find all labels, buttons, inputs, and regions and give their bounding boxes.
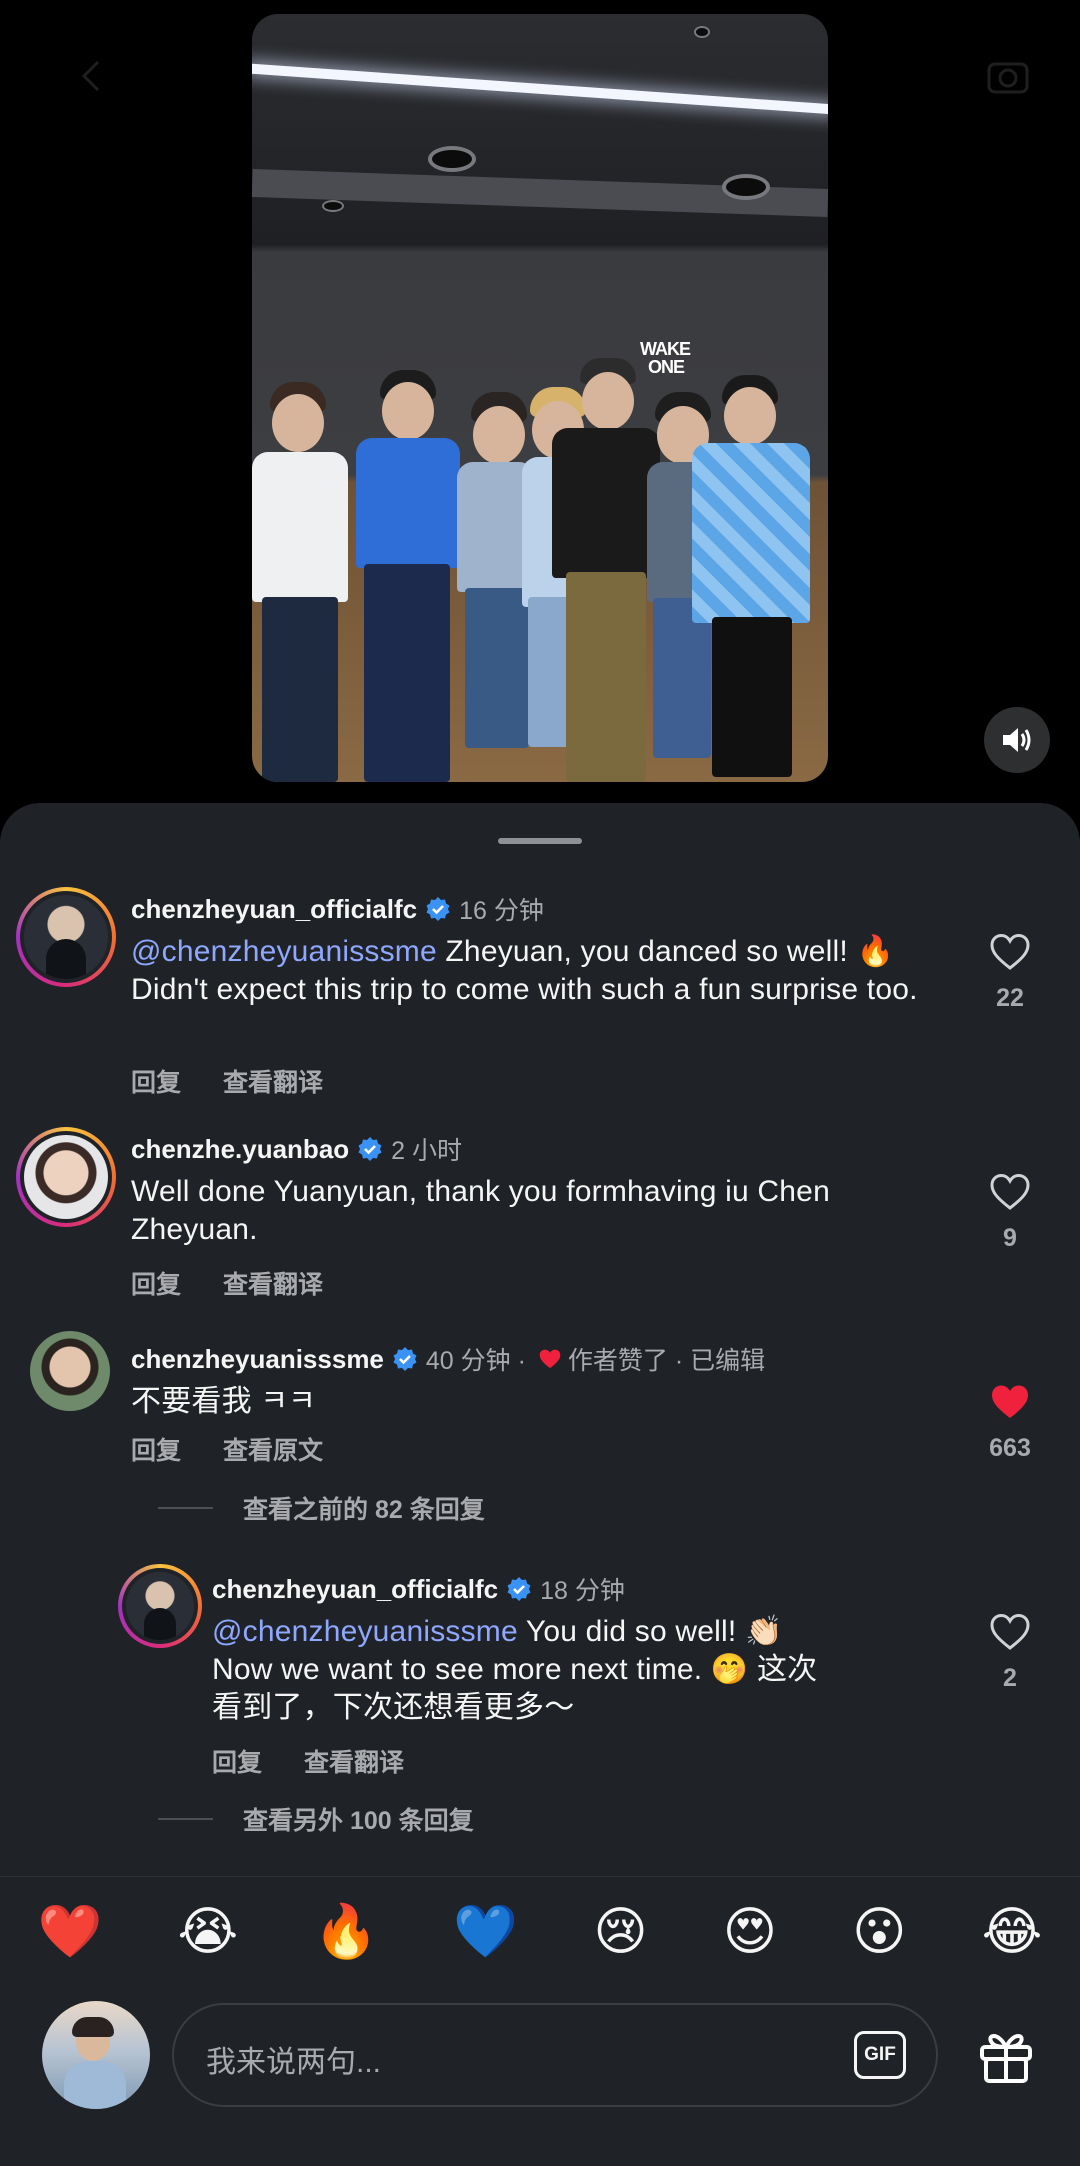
emoji-surprised[interactable]: 😮: [852, 1902, 906, 1962]
translate-button[interactable]: 查看翻译: [304, 1743, 404, 1779]
emoji-sad[interactable]: 😢: [593, 1902, 647, 1962]
like-button[interactable]: 663: [975, 1383, 1045, 1463]
comment-text: @chenzheyuanisssme Zheyuan, you danced s…: [131, 933, 951, 1009]
comment-actions: 回复 查看原文: [131, 1431, 323, 1467]
emoji-fire[interactable]: 🔥: [313, 1902, 378, 1962]
like-button[interactable]: 2: [975, 1613, 1045, 1693]
heart-outline-icon: [990, 1173, 1030, 1210]
like-count: 22: [996, 984, 1024, 1012]
speaker-icon: [1003, 728, 1031, 752]
reply-button[interactable]: 回复: [131, 1265, 181, 1301]
emoji-heart-eyes[interactable]: 😍: [723, 1902, 777, 1962]
view-more-label: 查看另外 100 条回复: [243, 1807, 474, 1835]
emoji-quick-bar: ❤️ 😭 🔥 💙 😢 😍 😮 😂: [0, 1876, 1080, 1987]
view-previous-label: 查看之前的 82 条回复: [243, 1496, 485, 1524]
comment-input-placeholder: 我来说两句...: [206, 2046, 382, 2079]
like-button[interactable]: 9: [975, 1173, 1045, 1253]
dancers-group: [252, 358, 828, 782]
like-button[interactable]: 22: [975, 933, 1045, 1013]
emoji-blue-heart[interactable]: 💙: [453, 1902, 518, 1962]
avatar[interactable]: [16, 1127, 116, 1227]
username[interactable]: chenzheyuanisssme: [131, 1344, 384, 1375]
comment-header: chenzhe.yuanbao 2 小时: [131, 1131, 462, 1167]
dancer: [352, 370, 462, 782]
dancer: [252, 382, 352, 782]
avatar[interactable]: [118, 1564, 202, 1648]
emoji-laughing[interactable]: 😂: [982, 1902, 1043, 1962]
author-liked-label: 作者赞了 · 已编辑: [567, 1347, 766, 1375]
sheet-drag-handle[interactable]: [498, 838, 582, 844]
reply-button[interactable]: 回复: [212, 1743, 262, 1779]
back-icon[interactable]: [52, 36, 132, 116]
comment-body: 不要看我 ㅋㅋ: [131, 1385, 316, 1418]
emoji-crying[interactable]: 😭: [178, 1902, 239, 1962]
username[interactable]: chenzheyuan_officialfc: [212, 1574, 498, 1605]
translate-button[interactable]: 查看翻译: [223, 1063, 323, 1099]
like-count: 2: [1003, 1664, 1017, 1692]
username[interactable]: chenzheyuan_officialfc: [131, 894, 417, 925]
ceiling-spot: [694, 26, 710, 38]
gift-icon: [980, 2034, 1032, 2083]
video-player[interactable]: WAKE ONE: [252, 14, 828, 782]
comment-header: chenzheyuan_officialfc 16 分钟: [131, 891, 544, 927]
wall-logo-line1: WAKE: [640, 339, 691, 359]
gif-label: GIF: [864, 2044, 896, 2065]
emoji-heart[interactable]: ❤️: [38, 1902, 103, 1962]
reply-time: 18 分钟: [540, 1577, 625, 1605]
verified-badge-icon: [506, 1576, 532, 1602]
comment-header: chenzheyuanisssme 40 分钟 · 作者赞了 · 已编辑: [131, 1341, 765, 1377]
view-original-button[interactable]: 查看原文: [223, 1431, 323, 1467]
verified-badge-icon: [357, 1136, 383, 1162]
reply-button[interactable]: 回复: [131, 1063, 181, 1099]
comment-input[interactable]: 我来说两句... GIF: [172, 2003, 938, 2107]
comment-actions: 回复 查看翻译: [131, 1265, 323, 1301]
comment-actions: 回复 查看翻译: [131, 1063, 323, 1099]
comment-composer: 我来说两句... GIF: [0, 1993, 1080, 2113]
comment-body: Well done Yuanyuan, thank you formhaving…: [131, 1175, 830, 1246]
verified-badge-icon: [392, 1346, 418, 1372]
verified-badge-icon: [425, 896, 451, 922]
avatar[interactable]: [30, 1331, 110, 1411]
like-count: 663: [989, 1434, 1031, 1462]
mention-link[interactable]: @chenzheyuanisssme: [212, 1615, 518, 1648]
sound-toggle-button[interactable]: [984, 707, 1050, 773]
username[interactable]: chenzhe.yuanbao: [131, 1134, 349, 1165]
translate-button[interactable]: 查看翻译: [223, 1265, 323, 1301]
dancer: [552, 358, 662, 782]
heart-filled-icon: [992, 1385, 1028, 1418]
like-count: 9: [1003, 1224, 1017, 1252]
heart-outline-icon: [990, 933, 1030, 970]
gif-button[interactable]: GIF: [854, 2031, 906, 2079]
comment-time: 16 分钟: [459, 897, 544, 925]
reply-header: chenzheyuan_officialfc 18 分钟: [212, 1571, 625, 1607]
comments-sheet: chenzheyuan_officialfc 16 分钟 @chenzheyua…: [0, 803, 1080, 2166]
reply-actions: 回复 查看翻译: [212, 1743, 404, 1779]
view-more-replies[interactable]: 查看另外 100 条回复: [158, 1801, 474, 1837]
reply-button[interactable]: 回复: [131, 1431, 181, 1467]
reply-text: @chenzheyuanisssme You did so well! 👏🏻 N…: [212, 1613, 952, 1727]
camera-icon[interactable]: [968, 36, 1048, 116]
gift-button[interactable]: [970, 2019, 1042, 2091]
heart-outline-icon: [990, 1613, 1030, 1650]
heart-filled-icon: [538, 1348, 562, 1370]
ceiling-spot: [428, 146, 476, 172]
my-avatar[interactable]: [42, 2001, 150, 2109]
avatar[interactable]: [16, 887, 116, 987]
comment-time: 40 分钟 ·: [425, 1347, 526, 1375]
ceiling-spot: [322, 200, 344, 212]
view-previous-replies[interactable]: 查看之前的 82 条回复: [158, 1490, 485, 1526]
ceiling-light: [252, 63, 828, 115]
reply-body-line: Now we want to see more next time. 🤭 这次: [212, 1653, 818, 1686]
mention-link[interactable]: @chenzheyuanisssme: [131, 935, 437, 968]
reply-body-line: 看到了，下次还想看更多～: [212, 1691, 575, 1724]
ceiling-spot: [722, 174, 770, 200]
video-area: WAKE ONE: [0, 0, 1080, 800]
reply-body-line: You did so well! 👏🏻: [517, 1615, 783, 1648]
comment-time: 2 小时: [391, 1137, 463, 1165]
dancer: [692, 375, 812, 782]
